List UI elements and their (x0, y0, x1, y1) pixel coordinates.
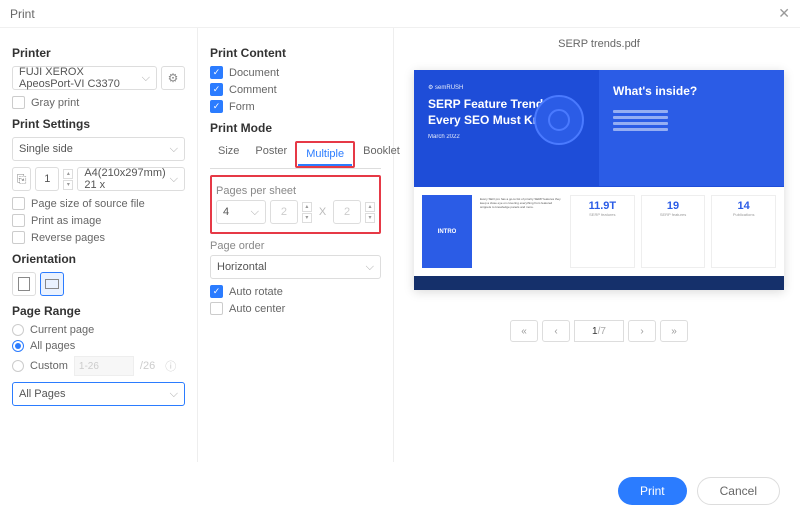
copies-down[interactable]: ▾ (63, 180, 73, 190)
print-content-section: Print Content (210, 46, 381, 60)
page-next-button[interactable]: › (628, 320, 656, 342)
copies-icon: ⎘ (12, 167, 31, 191)
comment-checkbox[interactable]: Comment (210, 83, 381, 96)
dialog-title: Print (10, 7, 35, 21)
tab-size[interactable]: Size (210, 141, 247, 168)
copies-input[interactable]: 1 (35, 167, 59, 191)
page-last-button[interactable]: » (660, 320, 688, 342)
portrait-button[interactable] (12, 272, 36, 296)
stat-1: 11.9TSERP features (570, 195, 635, 268)
rows-down: ▾ (365, 213, 375, 223)
cols-up: ▴ (302, 202, 312, 212)
custom-range-input[interactable]: 1-26 (74, 356, 134, 376)
stat-2: 19SERP features (641, 195, 706, 268)
cancel-button[interactable]: Cancel (697, 477, 780, 505)
form-checkbox[interactable]: Form (210, 100, 381, 113)
gear-icon: ⚙ (168, 71, 179, 85)
page-range-section: Page Range (12, 304, 185, 318)
source-size-checkbox[interactable]: Page size of source file (12, 197, 185, 210)
intro-block: INTRO (422, 195, 472, 268)
slide2-title: What's inside? (613, 84, 770, 100)
page-order-label: Page order (210, 240, 381, 252)
stat-3: 14Publications (711, 195, 776, 268)
info-icon: ⓘ (165, 358, 176, 374)
tab-multiple[interactable]: Multiple (298, 144, 352, 166)
gear-graphic (529, 90, 589, 150)
pages-per-sheet-select[interactable]: 4 (216, 200, 266, 224)
portrait-icon (18, 277, 30, 291)
page-order-select[interactable]: Horizontal (210, 255, 381, 279)
printer-select[interactable]: FUJI XEROX ApeosPort-VI C3370 (12, 66, 157, 90)
auto-rotate-checkbox[interactable]: Auto rotate (210, 285, 381, 298)
print-settings-section: Print Settings (12, 117, 185, 131)
reverse-pages-checkbox[interactable]: Reverse pages (12, 231, 185, 244)
page-prev-button[interactable]: ‹ (542, 320, 570, 342)
printer-section: Printer (12, 46, 185, 60)
print-mode-section: Print Mode (210, 121, 381, 135)
page-first-button[interactable]: « (510, 320, 538, 342)
print-as-image-checkbox[interactable]: Print as image (12, 214, 185, 227)
total-pages: /26 (140, 360, 155, 372)
gray-print-checkbox[interactable]: Gray print (12, 96, 185, 109)
pages-per-sheet-label: Pages per sheet (216, 185, 375, 197)
x-separator: X (319, 206, 326, 218)
document-checkbox[interactable]: Document (210, 66, 381, 79)
page-filter-select[interactable]: All Pages (12, 382, 185, 406)
close-icon[interactable]: ✕ (778, 5, 790, 22)
print-button[interactable]: Print (618, 477, 687, 505)
preview-area: ⚙ semRUSH SERP Feature Trends Every SEO … (414, 70, 784, 290)
intro-text: Every SEO pro has a go-to list of priori… (478, 195, 564, 268)
rows-input: 2 (333, 200, 361, 224)
all-pages-radio[interactable]: All pages (12, 340, 185, 352)
preview-filename: SERP trends.pdf (558, 38, 640, 50)
cols-down: ▾ (302, 213, 312, 223)
tab-poster[interactable]: Poster (247, 141, 295, 168)
custom-radio[interactable]: Custom 1-26 /26 ⓘ (12, 356, 185, 376)
copies-up[interactable]: ▴ (63, 169, 73, 179)
auto-center-checkbox[interactable]: Auto center (210, 302, 381, 315)
rows-up: ▴ (365, 202, 375, 212)
landscape-icon (45, 279, 59, 289)
page-input[interactable]: 1/7 (574, 320, 624, 342)
side-select[interactable]: Single side (12, 137, 185, 161)
orientation-section: Orientation (12, 252, 185, 266)
paper-select[interactable]: A4(210x297mm) 21 x (77, 167, 185, 191)
cols-input: 2 (270, 200, 298, 224)
landscape-button[interactable] (40, 272, 64, 296)
printer-settings-button[interactable]: ⚙ (161, 66, 185, 90)
current-page-radio[interactable]: Current page (12, 324, 185, 336)
